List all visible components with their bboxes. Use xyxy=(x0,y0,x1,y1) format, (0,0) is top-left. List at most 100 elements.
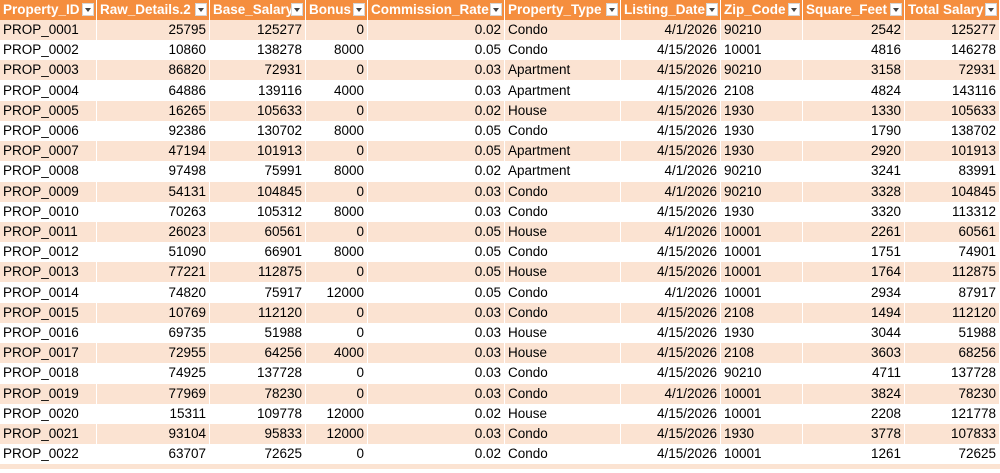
cell-type[interactable]: Condo xyxy=(505,283,621,303)
cell-rate[interactable]: 0.03 xyxy=(368,81,505,101)
cell-type[interactable]: Condo xyxy=(505,384,621,404)
cell-total[interactable]: 105633 xyxy=(905,101,1000,121)
cell-sqft[interactable]: 2934 xyxy=(803,283,905,303)
cell-type[interactable]: Condo xyxy=(505,202,621,222)
cell-id[interactable]: PROP_0018 xyxy=(0,363,97,383)
cell-raw[interactable]: 97498 xyxy=(97,161,210,181)
cell-sqft[interactable]: 2920 xyxy=(803,141,905,161)
cell-bonus[interactable]: 8000 xyxy=(306,121,368,141)
cell-base[interactable]: 105312 xyxy=(210,202,306,222)
cell-type[interactable]: Condo xyxy=(505,121,621,141)
cell-zip[interactable]: 90210 xyxy=(721,20,803,40)
cell-raw[interactable]: 26023 xyxy=(97,222,210,242)
cell-total[interactable]: 113312 xyxy=(905,202,1000,222)
cell-total[interactable]: 72931 xyxy=(905,60,1000,80)
cell-rate[interactable]: 0.02 xyxy=(368,101,505,121)
cell-zip[interactable]: 2108 xyxy=(721,81,803,101)
cell-raw[interactable]: 16265 xyxy=(97,101,210,121)
cell-bonus[interactable]: 0 xyxy=(306,384,368,404)
filter-dropdown-icon[interactable] xyxy=(195,3,207,16)
column-header-id[interactable]: Property_ID xyxy=(0,0,97,20)
cell-bonus[interactable]: 12000 xyxy=(306,404,368,424)
cell-raw[interactable]: 86820 xyxy=(97,60,210,80)
cell-bonus[interactable]: 0 xyxy=(306,323,368,343)
cell-sqft[interactable]: 3328 xyxy=(803,182,905,202)
cell-zip[interactable]: 2108 xyxy=(721,343,803,363)
cell-total[interactable]: 74901 xyxy=(905,242,1000,262)
cell-sqft[interactable]: 2261 xyxy=(803,222,905,242)
cell-raw[interactable]: 92386 xyxy=(97,121,210,141)
cell-rate[interactable]: 0.03 xyxy=(368,303,505,323)
cell-bonus[interactable]: 0 xyxy=(306,182,368,202)
cell-sqft[interactable]: 4816 xyxy=(803,40,905,60)
cell-base[interactable]: 112875 xyxy=(210,262,306,282)
column-header-type[interactable]: Property_Type xyxy=(505,0,621,20)
cell-total[interactable]: 72625 xyxy=(905,444,1000,464)
cell-rate[interactable]: 0.05 xyxy=(368,262,505,282)
cell-rate[interactable]: 0.02 xyxy=(368,161,505,181)
cell-base[interactable]: 130702 xyxy=(210,121,306,141)
cell-id[interactable]: PROP_0005 xyxy=(0,101,97,121)
cell-date[interactable]: 4/15/2026 xyxy=(621,424,721,444)
cell-total[interactable]: 112120 xyxy=(905,303,1000,323)
cell-type[interactable]: Condo xyxy=(505,242,621,262)
cell-bonus[interactable]: 0 xyxy=(306,444,368,464)
cell-date[interactable]: 4/15/2026 xyxy=(621,141,721,161)
cell-total[interactable]: 125277 xyxy=(905,20,1000,40)
cell-id[interactable]: PROP_0015 xyxy=(0,303,97,323)
cell-zip[interactable]: 10001 xyxy=(721,404,803,424)
cell-type[interactable]: House xyxy=(505,101,621,121)
cell-sqft[interactable]: 4824 xyxy=(803,81,905,101)
cell-base[interactable]: 137728 xyxy=(210,363,306,383)
cell-bonus[interactable]: 0 xyxy=(306,20,368,40)
cell-id[interactable]: PROP_0009 xyxy=(0,182,97,202)
cell-base[interactable]: 105633 xyxy=(210,101,306,121)
cell-total[interactable]: 87917 xyxy=(905,283,1000,303)
cell-total[interactable]: 51988 xyxy=(905,323,1000,343)
column-header-total[interactable]: Total Salary xyxy=(905,0,1000,20)
cell-date[interactable]: 4/15/2026 xyxy=(621,404,721,424)
cell-base[interactable]: 95833 xyxy=(210,424,306,444)
cell-date[interactable]: 4/15/2026 xyxy=(621,242,721,262)
filter-dropdown-icon[interactable] xyxy=(788,3,800,16)
cell-zip[interactable]: 1930 xyxy=(721,121,803,141)
cell-date[interactable]: 4/1/2026 xyxy=(621,20,721,40)
cell-rate[interactable]: 0.03 xyxy=(368,182,505,202)
cell-raw[interactable]: 15311 xyxy=(97,404,210,424)
cell-raw[interactable]: 64886 xyxy=(97,81,210,101)
cell-sqft[interactable]: 2542 xyxy=(803,20,905,40)
cell-sqft[interactable]: 3320 xyxy=(803,202,905,222)
cell-type[interactable]: House xyxy=(505,222,621,242)
cell-raw[interactable]: 10769 xyxy=(97,303,210,323)
cell-total[interactable]: 60561 xyxy=(905,222,1000,242)
filter-dropdown-icon[interactable] xyxy=(82,3,94,16)
cell-date[interactable]: 4/15/2026 xyxy=(621,101,721,121)
cell-bonus[interactable]: 0 xyxy=(306,101,368,121)
cell-raw[interactable]: 77221 xyxy=(97,262,210,282)
cell-zip[interactable]: 10001 xyxy=(721,222,803,242)
cell-total[interactable]: 146278 xyxy=(905,40,1000,60)
cell-base[interactable]: 66901 xyxy=(210,242,306,262)
cell-base[interactable]: 138278 xyxy=(210,40,306,60)
cell-base[interactable]: 72931 xyxy=(210,60,306,80)
cell-sqft[interactable]: 1764 xyxy=(803,262,905,282)
cell-type[interactable]: Condo xyxy=(505,363,621,383)
cell-id[interactable]: PROP_0017 xyxy=(0,343,97,363)
cell-raw[interactable]: 10860 xyxy=(97,40,210,60)
cell-date[interactable]: 4/15/2026 xyxy=(621,323,721,343)
cell-rate[interactable]: 0.05 xyxy=(368,283,505,303)
cell-rate[interactable]: 0.05 xyxy=(368,141,505,161)
filter-dropdown-icon[interactable] xyxy=(985,3,997,16)
cell-sqft[interactable]: 3044 xyxy=(803,323,905,343)
cell-id[interactable]: PROP_0016 xyxy=(0,323,97,343)
cell-id[interactable]: PROP_0019 xyxy=(0,384,97,404)
cell-type[interactable]: Apartment xyxy=(505,81,621,101)
cell-base[interactable]: 75991 xyxy=(210,161,306,181)
filter-dropdown-icon[interactable] xyxy=(606,3,618,16)
cell-sqft[interactable]: 3158 xyxy=(803,60,905,80)
cell-rate[interactable]: 0.05 xyxy=(368,242,505,262)
cell-rate[interactable]: 0.03 xyxy=(368,343,505,363)
cell-zip[interactable]: 90210 xyxy=(721,363,803,383)
column-header-zip[interactable]: Zip_Code xyxy=(721,0,803,20)
cell-rate[interactable]: 0.05 xyxy=(368,222,505,242)
